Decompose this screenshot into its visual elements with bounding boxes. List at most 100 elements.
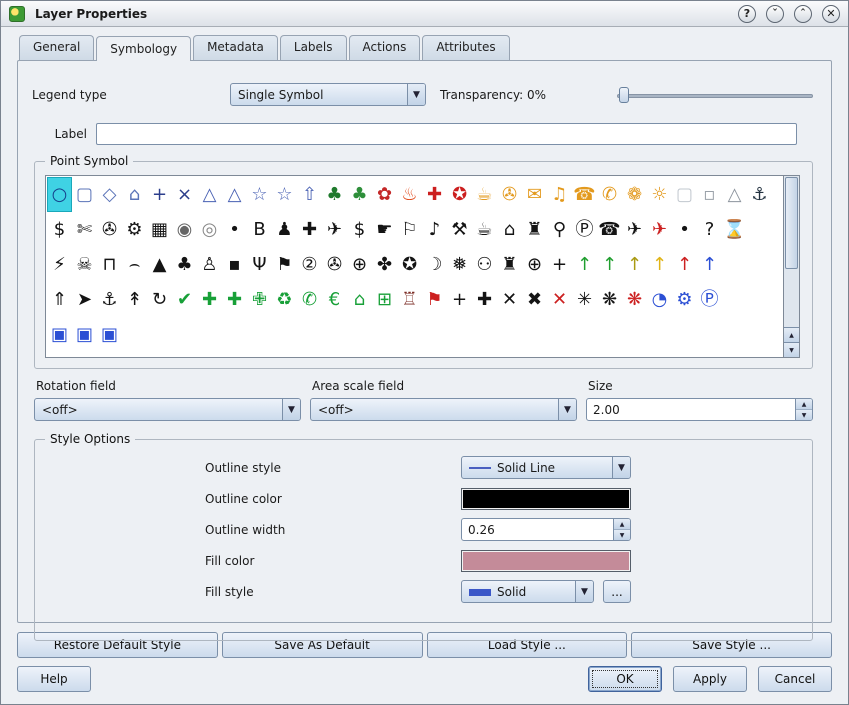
- symbol-cell[interactable]: ↻: [147, 282, 172, 317]
- chevron-down-icon[interactable]: ▼: [282, 399, 300, 420]
- context-help-button[interactable]: ?: [738, 5, 756, 23]
- apply-button[interactable]: Apply: [673, 666, 747, 692]
- symbol-cell[interactable]: ✔: [172, 282, 197, 317]
- symbol-cell[interactable]: ✳: [572, 282, 597, 317]
- symbol-cell[interactable]: ↑: [697, 247, 722, 282]
- symbol-cell[interactable]: ⚓: [97, 282, 122, 317]
- symbol-cell[interactable]: ▢: [672, 177, 697, 212]
- symbol-cell[interactable]: ⚑: [422, 282, 447, 317]
- symbol-cell[interactable]: ♟: [272, 212, 297, 247]
- symbol-cell[interactable]: ☕: [472, 212, 497, 247]
- symbol-cell[interactable]: △: [722, 177, 747, 212]
- symbol-cell[interactable]: ❋: [597, 282, 622, 317]
- symbol-cell[interactable]: ⌛: [722, 212, 747, 247]
- symbol-cell[interactable]: ✇: [97, 212, 122, 247]
- symbol-cell[interactable]: ▣: [47, 317, 72, 352]
- symbol-cell[interactable]: +: [547, 247, 572, 282]
- symbol-cell[interactable]: Ψ: [247, 247, 272, 282]
- symbol-cell[interactable]: ⊞: [372, 282, 397, 317]
- symbol-cell[interactable]: Ⓟ: [572, 212, 597, 247]
- symbol-cell[interactable]: ↑: [622, 247, 647, 282]
- symbol-cell[interactable]: △: [197, 177, 222, 212]
- symbol-cell[interactable]: ♜: [522, 212, 547, 247]
- fill-color-swatch[interactable]: [461, 550, 631, 572]
- symbol-cell[interactable]: ⊕: [522, 247, 547, 282]
- symbol-cell[interactable]: ☛: [372, 212, 397, 247]
- symbol-cell[interactable]: ⚡: [47, 247, 72, 282]
- symbol-cell[interactable]: ☎: [572, 177, 597, 212]
- scrollbar-thumb[interactable]: [785, 177, 798, 269]
- symbol-cell[interactable]: ✈: [322, 212, 347, 247]
- symbol-cell[interactable]: ➤: [72, 282, 97, 317]
- symbol-cell[interactable]: ❁: [622, 177, 647, 212]
- symbol-cell[interactable]: ⊕: [347, 247, 372, 282]
- scroll-up-icon[interactable]: ▲: [784, 327, 799, 342]
- symbol-cell[interactable]: Ⓟ: [697, 282, 722, 317]
- symbol-cell[interactable]: ✇: [497, 177, 522, 212]
- scrollbar-track[interactable]: [784, 270, 799, 327]
- symbol-cell[interactable]: ◇: [97, 177, 122, 212]
- outline-color-swatch[interactable]: [461, 488, 631, 510]
- symbol-cell[interactable]: ⚇: [472, 247, 497, 282]
- symbol-cell[interactable]: ▣: [97, 317, 122, 352]
- symbol-cell[interactable]: ☼: [647, 177, 672, 212]
- symbol-cell[interactable]: •: [222, 212, 247, 247]
- symbol-cell[interactable]: ×: [172, 177, 197, 212]
- symbol-cell[interactable]: ☆: [247, 177, 272, 212]
- symbol-cell[interactable]: ♫: [547, 177, 572, 212]
- chevron-down-icon[interactable]: ▼: [407, 84, 425, 105]
- symbol-cell[interactable]: ✄: [72, 212, 97, 247]
- symbol-cell[interactable]: ▫: [697, 177, 722, 212]
- symbol-cell[interactable]: ⇑: [47, 282, 72, 317]
- symbol-cell[interactable]: ⌂: [347, 282, 372, 317]
- symbol-cell[interactable]: ✉: [522, 177, 547, 212]
- close-button[interactable]: ✕: [822, 5, 840, 23]
- symbol-cell[interactable]: ⚙: [672, 282, 697, 317]
- symbol-cell[interactable]: ✤: [372, 247, 397, 282]
- symbol-cell[interactable]: ▪: [222, 247, 247, 282]
- symbol-cell[interactable]: ♣: [322, 177, 347, 212]
- symbol-cell[interactable]: ♖: [397, 282, 422, 317]
- symbol-cell[interactable]: △: [222, 177, 247, 212]
- symbol-cell[interactable]: ○: [47, 177, 72, 212]
- symbol-scrollbar[interactable]: ▲ ▼: [783, 176, 799, 357]
- symbol-cell[interactable]: ✈: [622, 212, 647, 247]
- slider-handle[interactable]: [619, 87, 629, 103]
- symbol-cell[interactable]: ♨: [397, 177, 422, 212]
- symbol-cell[interactable]: ✈: [647, 212, 672, 247]
- symbol-cell[interactable]: ♙: [197, 247, 222, 282]
- symbol-cell[interactable]: ◎: [197, 212, 222, 247]
- symbol-cell[interactable]: ✪: [397, 247, 422, 282]
- legend-type-combo[interactable]: Single Symbol ▼: [230, 83, 426, 106]
- symbol-cell[interactable]: ⚑: [272, 247, 297, 282]
- fill-style-combo[interactable]: Solid ▼: [461, 580, 594, 603]
- symbol-cell[interactable]: ♻: [272, 282, 297, 317]
- symbol-cell[interactable]: ✚: [422, 177, 447, 212]
- symbol-cell[interactable]: ✖: [522, 282, 547, 317]
- symbol-cell[interactable]: ♜: [497, 247, 522, 282]
- rotation-field-combo[interactable]: <off> ▼: [34, 398, 301, 421]
- tab-symbology[interactable]: Symbology: [96, 36, 191, 61]
- symbol-cell[interactable]: ↑: [597, 247, 622, 282]
- symbol-cell[interactable]: ☎: [597, 212, 622, 247]
- symbol-cell[interactable]: ✚: [472, 282, 497, 317]
- shade-up-button[interactable]: ˆ: [794, 5, 812, 23]
- symbol-cell[interactable]: ⚓: [747, 177, 772, 212]
- help-button[interactable]: Help: [17, 666, 91, 692]
- fill-style-more-button[interactable]: ...: [603, 580, 631, 603]
- symbol-cell[interactable]: ♪: [422, 212, 447, 247]
- symbol-cell[interactable]: ▦: [147, 212, 172, 247]
- spin-down-icon[interactable]: ▼: [614, 530, 630, 540]
- area-scale-field-combo[interactable]: <off> ▼: [310, 398, 577, 421]
- symbol-cell[interactable]: ☕: [472, 177, 497, 212]
- symbol-cell[interactable]: ⇧: [297, 177, 322, 212]
- symbol-cell[interactable]: ②: [297, 247, 322, 282]
- size-spinbox[interactable]: 2.00 ▲ ▼: [586, 398, 813, 421]
- tab-attributes[interactable]: Attributes: [422, 35, 509, 60]
- symbol-cell[interactable]: $: [47, 212, 72, 247]
- symbol-cell[interactable]: •: [672, 212, 697, 247]
- symbol-cell[interactable]: ⚒: [447, 212, 472, 247]
- symbol-cell[interactable]: ✚: [222, 282, 247, 317]
- symbol-cell[interactable]: ✪: [447, 177, 472, 212]
- symbol-cell[interactable]: ◔: [647, 282, 672, 317]
